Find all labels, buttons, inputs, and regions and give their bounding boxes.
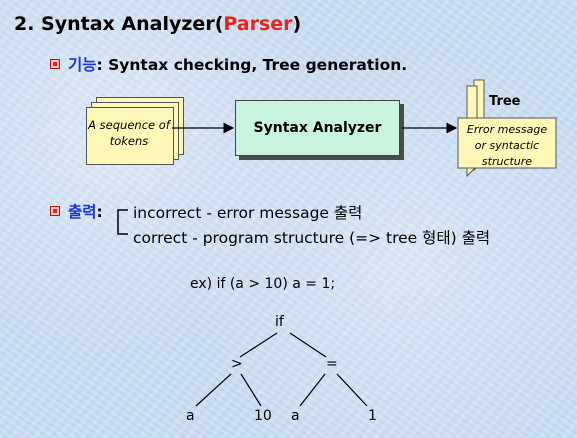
edge-assign-a (299, 373, 326, 407)
tree-node-a-left: a (186, 408, 195, 424)
output-heading-label: 출력 (68, 203, 97, 221)
edge-cond-ten (240, 373, 262, 407)
options-bracket (117, 209, 128, 235)
output-option-incorrect: incorrect - error message 출력 (133, 204, 363, 222)
output-heading-colon: : (96, 203, 103, 221)
bullet-icon (50, 206, 60, 216)
tree-node-greater: > (231, 356, 243, 372)
tree-label: Tree (489, 94, 521, 109)
tree-node-if: if (275, 314, 284, 330)
edge-assign-one (336, 373, 368, 407)
edge-if-cond (239, 332, 278, 358)
tree-node-assign: = (326, 356, 338, 372)
output-label: Error message or syntactic structure (466, 123, 548, 168)
edge-cond-a (195, 373, 232, 407)
example-code: ex) if (a > 10) a = 1; (190, 276, 336, 292)
tree-node-ten: 10 (254, 408, 272, 424)
edge-if-assign (289, 332, 327, 358)
output-heading: 출력: (68, 200, 103, 222)
tree-node-a-right: a (291, 408, 300, 424)
output-option-correct: correct - program structure (=> tree 형태)… (133, 229, 491, 247)
tree-node-one: 1 (368, 408, 377, 424)
